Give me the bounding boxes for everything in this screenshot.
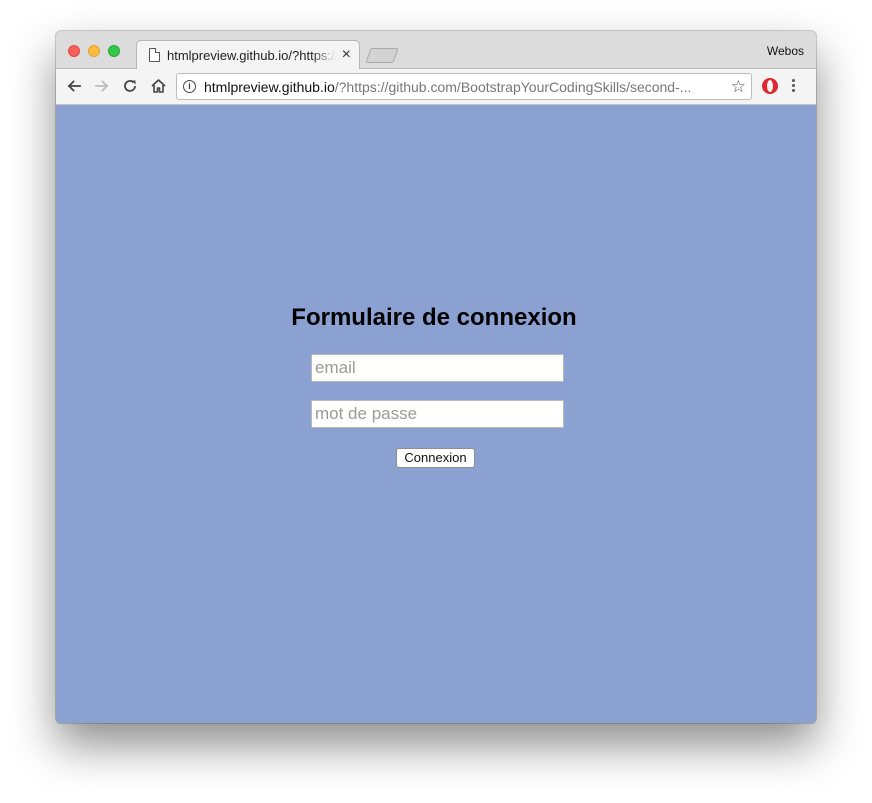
email-field[interactable] bbox=[311, 354, 564, 382]
page-title: Formulaire de connexion bbox=[291, 304, 577, 331]
browser-toolbar: i htmlpreview.github.io/?https://github.… bbox=[56, 69, 816, 105]
page-icon bbox=[149, 48, 160, 62]
password-field[interactable] bbox=[311, 400, 564, 428]
url-host: htmlpreview.github.io bbox=[204, 79, 335, 95]
reload-icon[interactable] bbox=[118, 74, 142, 98]
profile-name[interactable]: Webos bbox=[767, 44, 804, 58]
close-tab-icon[interactable]: × bbox=[342, 45, 351, 65]
menu-dots-icon[interactable] bbox=[792, 79, 796, 94]
page-content: Formulaire de connexion Connexion bbox=[56, 105, 816, 723]
address-bar[interactable]: i htmlpreview.github.io/?https://github.… bbox=[176, 73, 752, 100]
browser-window: htmlpreview.github.io/?https://github.co… bbox=[56, 31, 816, 723]
back-arrow-icon[interactable] bbox=[62, 74, 86, 98]
url-path: /?https://github.com/BootstrapYourCoding… bbox=[334, 79, 692, 95]
maximize-window-button[interactable] bbox=[108, 45, 120, 57]
info-icon[interactable]: i bbox=[183, 80, 196, 93]
minimize-window-button[interactable] bbox=[88, 45, 100, 57]
forward-arrow-icon[interactable] bbox=[90, 74, 114, 98]
opera-icon[interactable] bbox=[762, 78, 778, 94]
url-text[interactable]: htmlpreview.github.io/?https://github.co… bbox=[204, 79, 724, 95]
star-icon[interactable]: ☆ bbox=[731, 77, 746, 97]
connexion-button[interactable]: Connexion bbox=[396, 448, 475, 468]
tab-title: htmlpreview.github.io/?https://github.co… bbox=[167, 48, 337, 63]
new-tab-button[interactable] bbox=[365, 48, 399, 63]
browser-tab[interactable]: htmlpreview.github.io/?https://github.co… bbox=[136, 40, 360, 70]
home-icon[interactable] bbox=[146, 74, 170, 98]
close-window-button[interactable] bbox=[68, 45, 80, 57]
tab-strip: htmlpreview.github.io/?https://github.co… bbox=[56, 31, 816, 70]
